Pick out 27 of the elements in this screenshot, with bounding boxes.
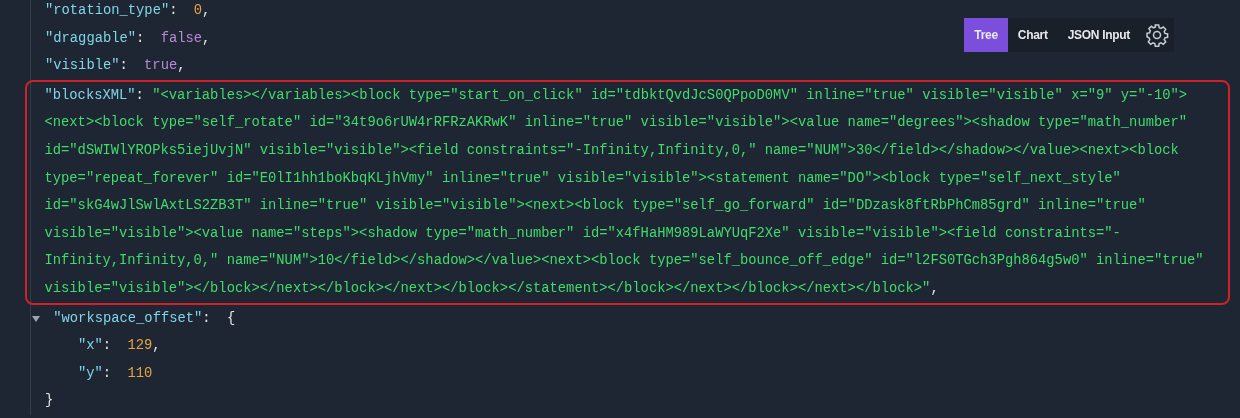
brace: {: [226, 310, 236, 326]
json-key: "x": [78, 338, 103, 354]
settings-icon: [1145, 23, 1169, 47]
json-key: "visible": [45, 58, 120, 74]
json-key: "rotation_type": [45, 3, 170, 18]
json-value: 129: [127, 338, 153, 354]
json-value: 0: [193, 3, 203, 18]
colon: :: [102, 365, 112, 381]
colon: :: [136, 30, 145, 46]
json-value: true: [144, 58, 178, 74]
brace: }: [45, 393, 54, 409]
colon: :: [169, 3, 178, 18]
comma: ,: [152, 338, 161, 354]
comma: ,: [202, 3, 211, 18]
comma: ,: [202, 30, 211, 46]
json-value: false: [160, 30, 203, 46]
json-value: 110: [127, 365, 153, 381]
json-key: "y": [78, 365, 103, 381]
comma: ,: [177, 58, 186, 74]
json-key: "workspace_offset": [53, 310, 203, 326]
colon: :: [119, 58, 128, 74]
view-tab[interactable]: Tree: [964, 18, 1008, 52]
colon: :: [102, 338, 112, 354]
caret-icon[interactable]: [32, 314, 40, 323]
json-key: "draggable": [45, 30, 137, 46]
json-entry: "blocksXML": "<variables></variables><block type="start_on_click" id="tdbktQvdJcS0QPpoD0MV" inline="true" visible="visible" x="9" y="-10"><next><block type="self_rotate" id="34t9o6rUW4rRFRzAKRwK" inline="true" visible="visible"><value name="degrees"><shadow type="math_number" id="dSWIWlYROPks5iejUvjN" visible="visible"><field constraints="-Infinity,Infinity,0," name="NUM">30</field></shadow></value><next><block type="repeat_forever" id="E0lI1hh1boKbqKLjhVmy" inline="true" visible="visible"><statement name="DO"><block type="self_next_style" id="skG4wJlSwlAxtLS2ZB3T" inline="true" visible="visible"><next><block type="self_go_forward" id="DDzask8ftRbPhCm85grd" inline="true" visible="visible"><value name="steps"><shadow type="math_number" id="x4fHaHM989LaWYUqF2Xe" visible="visible"><field constraints="-Infinity,Infinity,0," name="NUM">10</field></shadow></value><next><block type="self_bounce_off_edge" id="l2FS0TGch3Pgh864g5w0" inline="true" visible="visible"></block></next></block></next></block></statement></block></next></block></next></block>",: [44, 86, 1205, 298]
colon: :: [202, 310, 211, 326]
